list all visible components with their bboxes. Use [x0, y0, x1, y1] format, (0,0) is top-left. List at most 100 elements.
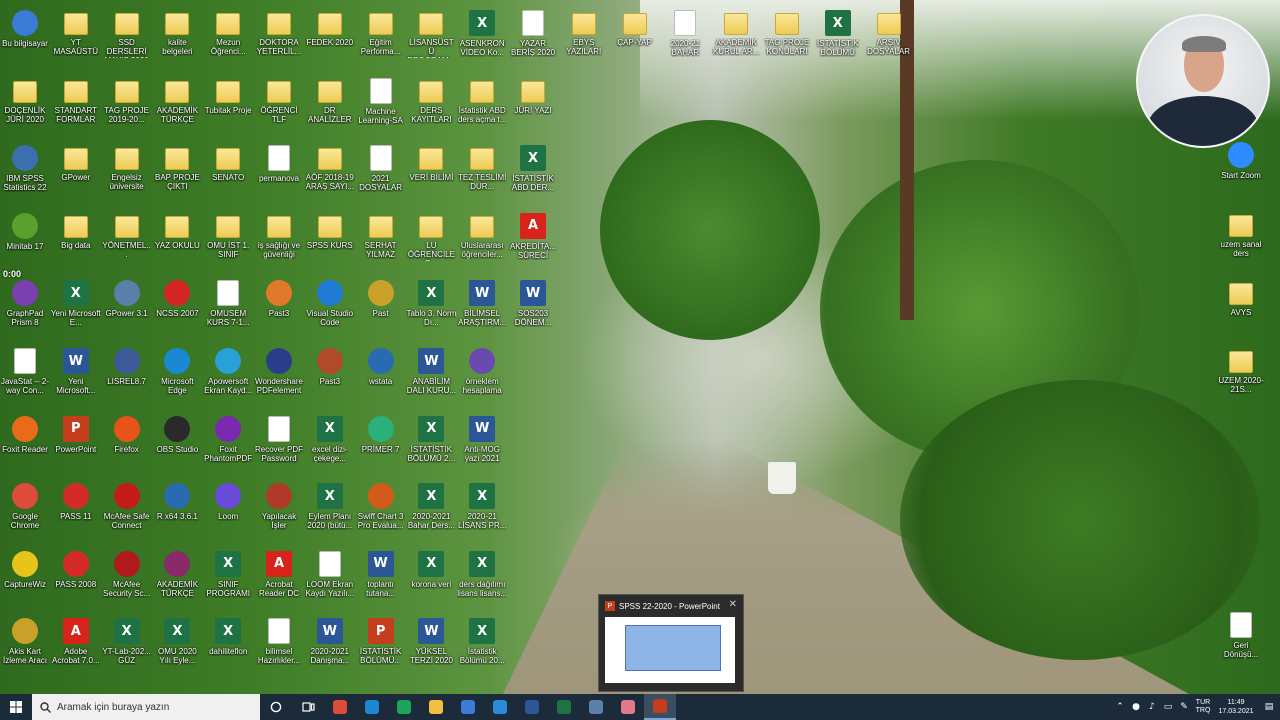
desktop-icon-word[interactable]: W 2020-2021 Danışma...: [305, 616, 355, 682]
desktop-icon-folder[interactable]: İstatistik ABD ders açma t...: [457, 76, 507, 142]
desktop-icon-excel[interactable]: X YT-Lab-202... GÜZ: [102, 616, 152, 682]
desktop-icon-excel[interactable]: Xdahiliteflon: [203, 616, 253, 682]
desktop-icon-folder[interactable]: DERS KAYITLARI: [406, 76, 456, 142]
desktop-icon-folder[interactable]: AKADEMİK KURUL AR...: [711, 8, 761, 74]
desktop-icon-folder[interactable]: ÖĞRENCİ TLF: [254, 76, 304, 142]
close-icon[interactable]: ✕: [729, 599, 737, 610]
desktop-icon-folder[interactable]: Eğitim Performa...: [356, 8, 406, 74]
desktop-icon-ppt[interactable]: P İSTATİSTİK BÖLÜMÜ...: [356, 616, 406, 682]
desktop-icon-app[interactable]: Google Chrome: [0, 481, 50, 547]
desktop-icon-folder[interactable]: VERİ BİLİMİ: [406, 143, 456, 209]
desktop-icon-word[interactable]: W YÜKSEL TERZİ 2020: [406, 616, 456, 682]
desktop-icon-app[interactable]: wstata: [356, 346, 406, 412]
desktop-icon-folder[interactable]: LİSANSÜSTÜ PROGRAM...: [406, 8, 456, 74]
desktop-icon-folder[interactable]: FEDEK 2020: [305, 8, 355, 74]
desktop-icon-excel[interactable]: X 2020-2021 Bahar Ders...: [406, 481, 456, 547]
desktop-icon-app[interactable]: Start Zoom: [1216, 140, 1266, 206]
desktop-icon-app[interactable]: Past3: [254, 278, 304, 344]
taskbar-app-calculator[interactable]: [580, 694, 612, 720]
desktop-icon-excel[interactable]: X SINIF PROGRAMI: [203, 549, 253, 615]
desktop-icon-app[interactable]: Akis Kart İzleme Aracı: [0, 616, 50, 682]
desktop-icon-folder[interactable]: LU ÖĞRENCİLER...: [406, 211, 456, 277]
desktop-icon-folder[interactable]: uzem sanal ders: [1216, 210, 1266, 276]
desktop-icon-folder[interactable]: Engelsiz üniversite: [102, 143, 152, 209]
taskbar-app-paint[interactable]: [612, 694, 644, 720]
taskbar-search-box[interactable]: Aramak için buraya yazın: [32, 694, 260, 720]
desktop-icon-app[interactable]: Loom: [203, 481, 253, 547]
desktop-icon-folder[interactable]: YAZ OKULU: [152, 211, 202, 277]
desktop-icon-folder[interactable]: SSD DERSLERİ MAYIS 2020: [102, 8, 152, 74]
desktop-icon-app[interactable]: NCSS 2007: [152, 278, 202, 344]
desktop-icon-app[interactable]: Firefox: [102, 414, 152, 480]
desktop-icon-ppt[interactable]: P PowerPoint: [51, 414, 101, 480]
preview-slide-thumbnail[interactable]: [605, 617, 735, 683]
desktop-icon-app[interactable]: PRİMER 7: [356, 414, 406, 480]
desktop-icon-folder[interactable]: AKADEMİK TÜRKÇE: [152, 76, 202, 142]
desktop-icon-app[interactable]: Past3: [305, 346, 355, 412]
desktop-icon-file[interactable]: bilimsel Hazırlıkler...: [254, 616, 304, 682]
desktop-icon-file[interactable]: OMUSEM KURS 7-1...: [203, 278, 253, 344]
desktop-icon-excel[interactable]: X ASENKRON VİDEO Ko...: [457, 8, 507, 74]
desktop-icon-folder[interactable]: BAP PROJE ÇIKTI: [152, 143, 202, 209]
desktop-icon-app[interactable]: AKADEMİK TÜRKÇE: [152, 549, 202, 615]
desktop-icon-excel[interactable]: X Yeni Microsoft E...: [51, 278, 101, 344]
desktop-icon-app[interactable]: Swiff Chart 3 Pro Evalua...: [356, 481, 406, 547]
desktop-icon-file[interactable]: 2021 DOSYALAR: [356, 143, 406, 209]
desktop-icon-folder[interactable]: UZEM 2020-21S...: [1216, 346, 1266, 412]
desktop-icon-folder[interactable]: SERHAT YILMAZ: [356, 211, 406, 277]
desktop-icon-word[interactable]: Wtoplantı tutana...: [356, 549, 406, 615]
desktop-icon-pdf[interactable]: A Adobe Acrobat 7.0...: [51, 616, 101, 682]
taskbar-app-powerpoint[interactable]: [644, 694, 676, 720]
desktop-icon-app[interactable]: Apowersoft Ekran Kayd...: [203, 346, 253, 412]
desktop-icon-app[interactable]: OBS Studio: [152, 414, 202, 480]
desktop-icon-excel[interactable]: X OMU 2020 Yılı Eyle...: [152, 616, 202, 682]
network-icon[interactable]: ▭: [1160, 702, 1176, 712]
desktop-icon-folder[interactable]: YT MASAÜSTÜ: [51, 8, 101, 74]
desktop-icon-app[interactable]: LISREL8.7: [102, 346, 152, 412]
taskbar-app-chrome[interactable]: [324, 694, 356, 720]
taskbar-clock[interactable]: 11:49 17.03.2021: [1214, 698, 1258, 716]
desktop-icon-app[interactable]: Foxit PhantomPDF: [203, 414, 253, 480]
taskbar-app-edge-beta[interactable]: [356, 694, 388, 720]
task-view-button[interactable]: [292, 694, 324, 720]
desktop-icon-file[interactable]: JavaStat -- 2-way Con...: [0, 346, 50, 412]
chevron-up-icon[interactable]: ⌃: [1112, 702, 1128, 712]
desktop-icon-folder[interactable]: TAG PROJE 2019-20...: [102, 76, 152, 142]
powerpoint-thumbnail-preview[interactable]: P SPSS 22-2020 - PowerPoint ✕: [598, 594, 744, 692]
desktop-icon-folder[interactable]: DOÇENLİK JÜRİ 2020: [0, 76, 50, 142]
desktop-icon-app[interactable]: PASS 11: [51, 481, 101, 547]
desktop-icon-folder[interactable]: Tubitak Proje: [203, 76, 253, 142]
speaker-icon[interactable]: ♪: [1144, 702, 1160, 712]
desktop-icon-folder[interactable]: DR ANALİZLER: [305, 76, 355, 142]
desktop-icon-folder[interactable]: SPSS KURS: [305, 211, 355, 277]
desktop-icon-folder[interactable]: EBYS YAZILARI: [559, 8, 609, 74]
cortana-button[interactable]: [260, 694, 292, 720]
desktop-icon-folder[interactable]: TEZ TESLİMİ DUR...: [457, 143, 507, 209]
desktop-icon-excel[interactable]: X 2020-21 LİSANS PR...: [457, 481, 507, 547]
desktop-icon-file[interactable]: LOOM Ekran Kaydı Yazılı...: [305, 549, 355, 615]
desktop-icon-app[interactable]: IBM SPSS Statistics 22: [0, 143, 50, 209]
desktop-icon-app[interactable]: GraphPad Prism 8: [0, 278, 50, 344]
desktop-icon-folder[interactable]: OMU İST 1. SINIF: [203, 211, 253, 277]
input-language[interactable]: TUR TRQ: [1192, 699, 1214, 715]
desktop-icon-folder[interactable]: TAG PROJE KONULARI: [762, 8, 812, 74]
desktop-icon-excel[interactable]: X Eylem Planı 2020 (bütü...: [305, 481, 355, 547]
desktop-icon-file[interactable]: Geri Dönüşü...: [1216, 610, 1266, 676]
taskbar-app-edge[interactable]: [388, 694, 420, 720]
desktop-icon-folder[interactable]: ARŞİV DOSYALAR: [864, 8, 914, 74]
desktop-icon-app[interactable]: PASS 2008: [51, 549, 101, 615]
desktop-icon-app[interactable]: GPower 3.1: [102, 278, 152, 344]
desktop-icon-word[interactable]: W Anti-MOG yazı 2021: [457, 414, 507, 480]
desktop-icon-app[interactable]: Yapılacak İşler: [254, 481, 304, 547]
desktop-icon-file[interactable]: YAZAR BERİŞ 2020: [508, 8, 558, 74]
desktop-icon-word[interactable]: W SOS203 DÖNEM...: [508, 278, 558, 344]
desktop-icon-folder[interactable]: AVYS: [1216, 278, 1266, 344]
desktop-icon-app[interactable]: Visual Studio Code: [305, 278, 355, 344]
taskbar-app-excel[interactable]: [548, 694, 580, 720]
desktop-icon-app[interactable]: Bu bilgisayar: [0, 8, 50, 74]
desktop-icon-app[interactable]: R x64 3.6.1: [152, 481, 202, 547]
taskbar-app-store[interactable]: [452, 694, 484, 720]
taskbar-app-word[interactable]: [516, 694, 548, 720]
desktop-icon-excel[interactable]: Xkorona veri: [406, 549, 456, 615]
desktop-icon-excel[interactable]: Xexcel dizi-çekege...: [305, 414, 355, 480]
